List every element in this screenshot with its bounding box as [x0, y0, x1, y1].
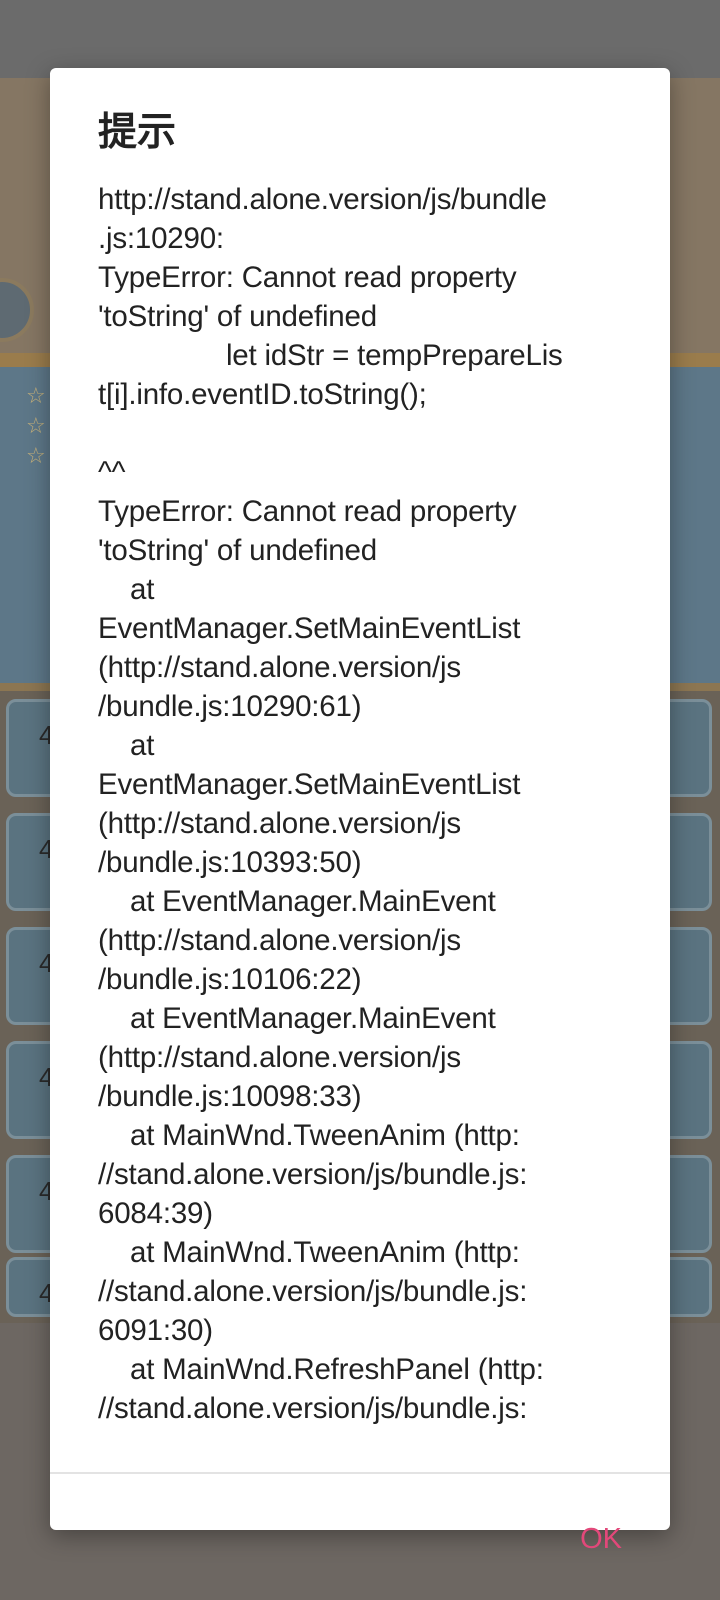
- medal-icon: [0, 278, 34, 342]
- star-icon: ☆: [26, 413, 46, 438]
- error-dialog: 提示 http://stand.alone.version/js/bundle …: [50, 68, 670, 1555]
- dialog-title: 提示: [98, 110, 177, 155]
- ok-button[interactable]: OK: [532, 1514, 622, 1564]
- status-bar-area: [0, 0, 720, 78]
- dialog-message-scroll[interactable]: http://stand.alone.version/js/bundle .js…: [98, 180, 630, 1472]
- star-icon: ☆: [26, 443, 46, 468]
- star-icon: ☆: [26, 383, 46, 408]
- dialog-divider: [50, 1472, 670, 1474]
- dialog-message: http://stand.alone.version/js/bundle .js…: [98, 183, 563, 1425]
